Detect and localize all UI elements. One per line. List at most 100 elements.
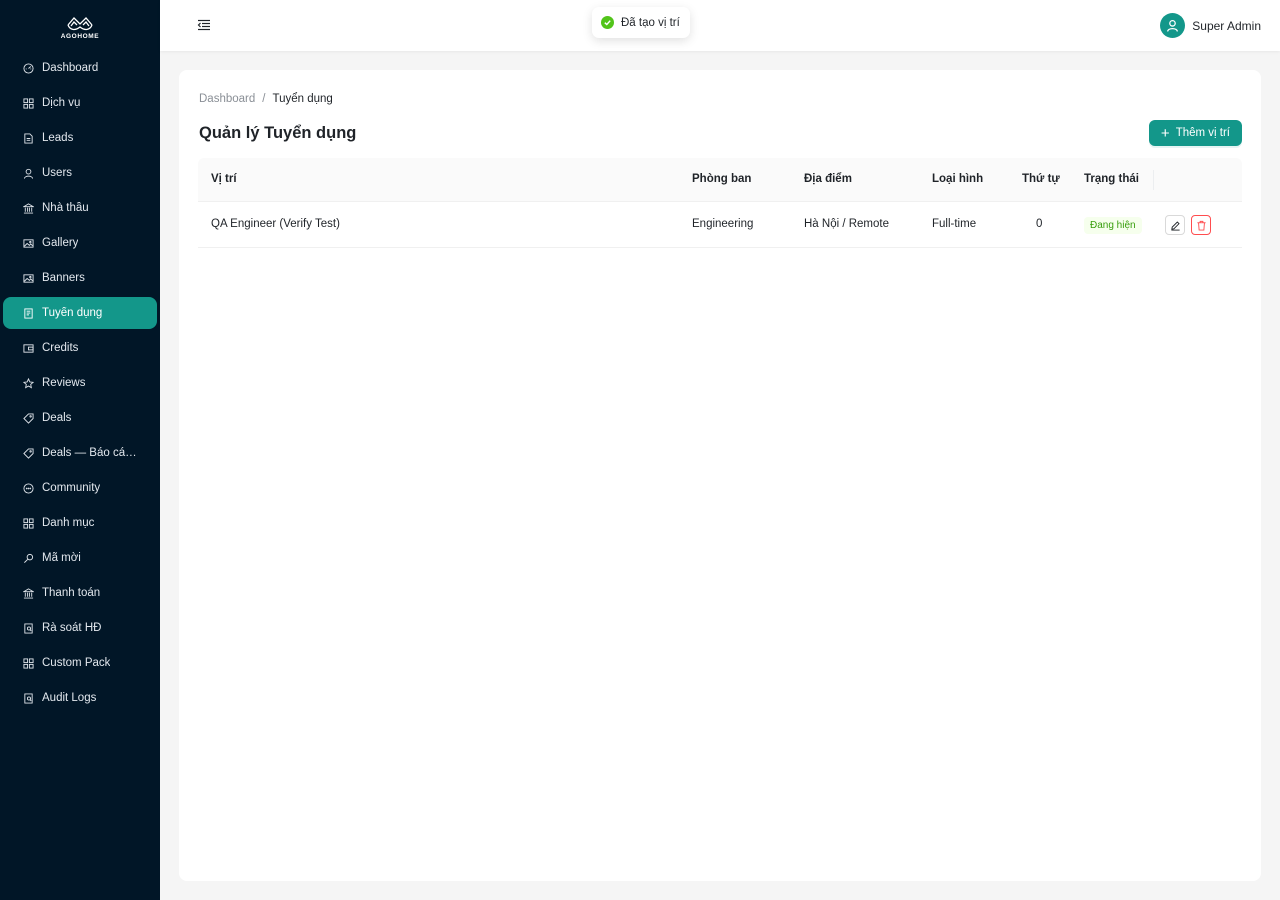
sidebar-item-label: Deals xyxy=(42,412,72,424)
sidebar-item-label: Banners xyxy=(42,272,85,284)
check-circle-icon xyxy=(601,16,614,29)
cell-type: Full-time xyxy=(932,218,977,230)
column-header-department: Phòng ban xyxy=(692,173,752,185)
sidebar-item-tuyen-dung[interactable]: Tuyển dụng xyxy=(3,297,157,329)
content-card: Dashboard / Tuyển dụng Quản lý Tuyển dụn… xyxy=(179,70,1261,881)
brand-logo[interactable]: AGOHOME xyxy=(0,0,160,52)
sidebar-item-label: Gallery xyxy=(42,237,79,249)
file-search-icon xyxy=(22,622,34,634)
user-icon xyxy=(22,167,34,179)
sidebar-item-label: Leads xyxy=(42,132,74,144)
column-header-position: Vị trí xyxy=(211,173,237,185)
sidebar-item-label: Tuyển dụng xyxy=(42,307,103,319)
sidebar-item-deals[interactable]: Deals xyxy=(3,402,157,434)
sidebar-item-audit-logs[interactable]: Audit Logs xyxy=(3,682,157,714)
sidebar-item-label: Deals — Báo cáo ... xyxy=(42,447,142,459)
breadcrumb-current: Tuyển dụng xyxy=(272,93,333,105)
tag-icon xyxy=(22,412,34,424)
status-badge: Đang hiện xyxy=(1084,217,1142,234)
sidebar-item-label: Community xyxy=(42,482,101,494)
appstore-icon xyxy=(22,517,34,529)
column-divider xyxy=(1153,170,1154,190)
top-header: Super Admin xyxy=(160,0,1280,51)
agohome-logo-icon xyxy=(67,17,93,31)
toast-message: Đã tạo vị trí xyxy=(621,16,680,29)
breadcrumb-root[interactable]: Dashboard xyxy=(199,93,255,105)
appstore-icon xyxy=(22,657,34,669)
picture-icon xyxy=(22,237,34,249)
sidebar-item-community[interactable]: Community xyxy=(3,472,157,504)
breadcrumb-separator: / xyxy=(262,93,266,105)
cell-department: Engineering xyxy=(692,218,754,230)
sidebar-item-dashboard[interactable]: Dashboard xyxy=(3,52,157,84)
sidebar-item-gallery[interactable]: Gallery xyxy=(3,227,157,259)
avatar xyxy=(1160,13,1186,38)
column-header-status: Trạng thái xyxy=(1084,173,1139,185)
solution-icon xyxy=(22,307,34,319)
sidebar-item-label: Nhà thầu xyxy=(42,202,89,214)
user-menu[interactable]: Super Admin xyxy=(1160,13,1261,38)
user-icon xyxy=(1167,19,1179,32)
success-toast: Đã tạo vị trí xyxy=(592,7,690,38)
wallet-icon xyxy=(22,342,34,354)
sidebar-item-label: Dịch vụ xyxy=(42,97,81,109)
edit-icon xyxy=(1170,220,1180,231)
add-position-button[interactable]: + Thêm vị trí xyxy=(1148,120,1242,146)
page-title: Quản lý Tuyển dụng xyxy=(199,124,357,142)
column-header-order: Thứ tự xyxy=(1022,173,1060,185)
sidebar-item-label: Credits xyxy=(42,342,79,354)
cell-order: 0 xyxy=(1036,218,1043,230)
sidebar-item-label: Users xyxy=(42,167,73,179)
sidebar-item-custom-pack[interactable]: Custom Pack xyxy=(3,647,157,679)
sidebar-item-label: Dashboard xyxy=(42,62,99,74)
breadcrumb: Dashboard / Tuyển dụng xyxy=(199,93,333,105)
add-position-label: Thêm vị trí xyxy=(1175,127,1230,139)
sidebar-item-users[interactable]: Users xyxy=(3,157,157,189)
dashboard-icon xyxy=(22,62,34,74)
sidebar-item-label: Reviews xyxy=(42,377,86,389)
sidebar-item-danh-muc[interactable]: Danh mục xyxy=(3,507,157,539)
tag-icon xyxy=(22,447,34,459)
sidebar-item-deals-report[interactable]: Deals — Báo cáo ... xyxy=(3,437,157,469)
user-name: Super Admin xyxy=(1192,18,1261,33)
sidebar-item-label: Audit Logs xyxy=(42,692,97,704)
bank-icon xyxy=(22,202,34,214)
table-row[interactable]: QA Engineer (Verify Test) Engineering Hà… xyxy=(198,202,1242,248)
sidebar-item-ma-moi[interactable]: Mã mời xyxy=(3,542,157,574)
sidebar-item-reviews[interactable]: Reviews xyxy=(3,367,157,399)
brand-name: AGOHOME xyxy=(60,33,100,40)
sidebar-item-leads[interactable]: Leads xyxy=(3,122,157,154)
key-icon xyxy=(22,552,34,564)
sidebar-item-label: Mã mời xyxy=(42,552,81,564)
plus-icon: + xyxy=(1160,124,1170,142)
appstore-icon xyxy=(22,97,34,109)
edit-button[interactable] xyxy=(1165,215,1185,235)
sidebar-item-nha-thau[interactable]: Nhà thầu xyxy=(3,192,157,224)
cell-position: QA Engineer (Verify Test) xyxy=(211,218,340,230)
sidebar-item-label: Rà soát HĐ xyxy=(42,622,102,634)
star-icon xyxy=(22,377,34,389)
picture-icon xyxy=(22,272,34,284)
table-header: Vị trí Phòng ban Địa điểm Loại hình Thứ … xyxy=(198,158,1242,202)
sidebar-item-label: Thanh toán xyxy=(42,587,101,599)
sidebar-item-thanh-toan[interactable]: Thanh toán xyxy=(3,577,157,609)
bank-icon xyxy=(22,587,34,599)
message-icon xyxy=(22,482,34,494)
menu-fold-icon[interactable] xyxy=(196,17,212,33)
delete-button[interactable] xyxy=(1191,215,1211,235)
file-icon xyxy=(22,132,34,144)
file-search-icon xyxy=(22,692,34,704)
sidebar-item-ra-soat-hd[interactable]: Rà soát HĐ xyxy=(3,612,157,644)
sidebar-item-label: Danh mục xyxy=(42,517,95,529)
positions-table: Vị trí Phòng ban Địa điểm Loại hình Thứ … xyxy=(198,158,1242,248)
column-header-type: Loại hình xyxy=(932,173,984,185)
sidebar: AGOHOME Dashboard Dịch vụ Leads Users Nh… xyxy=(0,0,160,900)
sidebar-item-label: Custom Pack xyxy=(42,657,111,669)
sidebar-nav: Dashboard Dịch vụ Leads Users Nhà thầu G… xyxy=(0,52,160,714)
column-header-location: Địa điểm xyxy=(804,173,852,185)
sidebar-item-credits[interactable]: Credits xyxy=(3,332,157,364)
sidebar-item-dich-vu[interactable]: Dịch vụ xyxy=(3,87,157,119)
sidebar-item-banners[interactable]: Banners xyxy=(3,262,157,294)
cell-location: Hà Nội / Remote xyxy=(804,218,890,230)
delete-icon xyxy=(1196,220,1206,231)
